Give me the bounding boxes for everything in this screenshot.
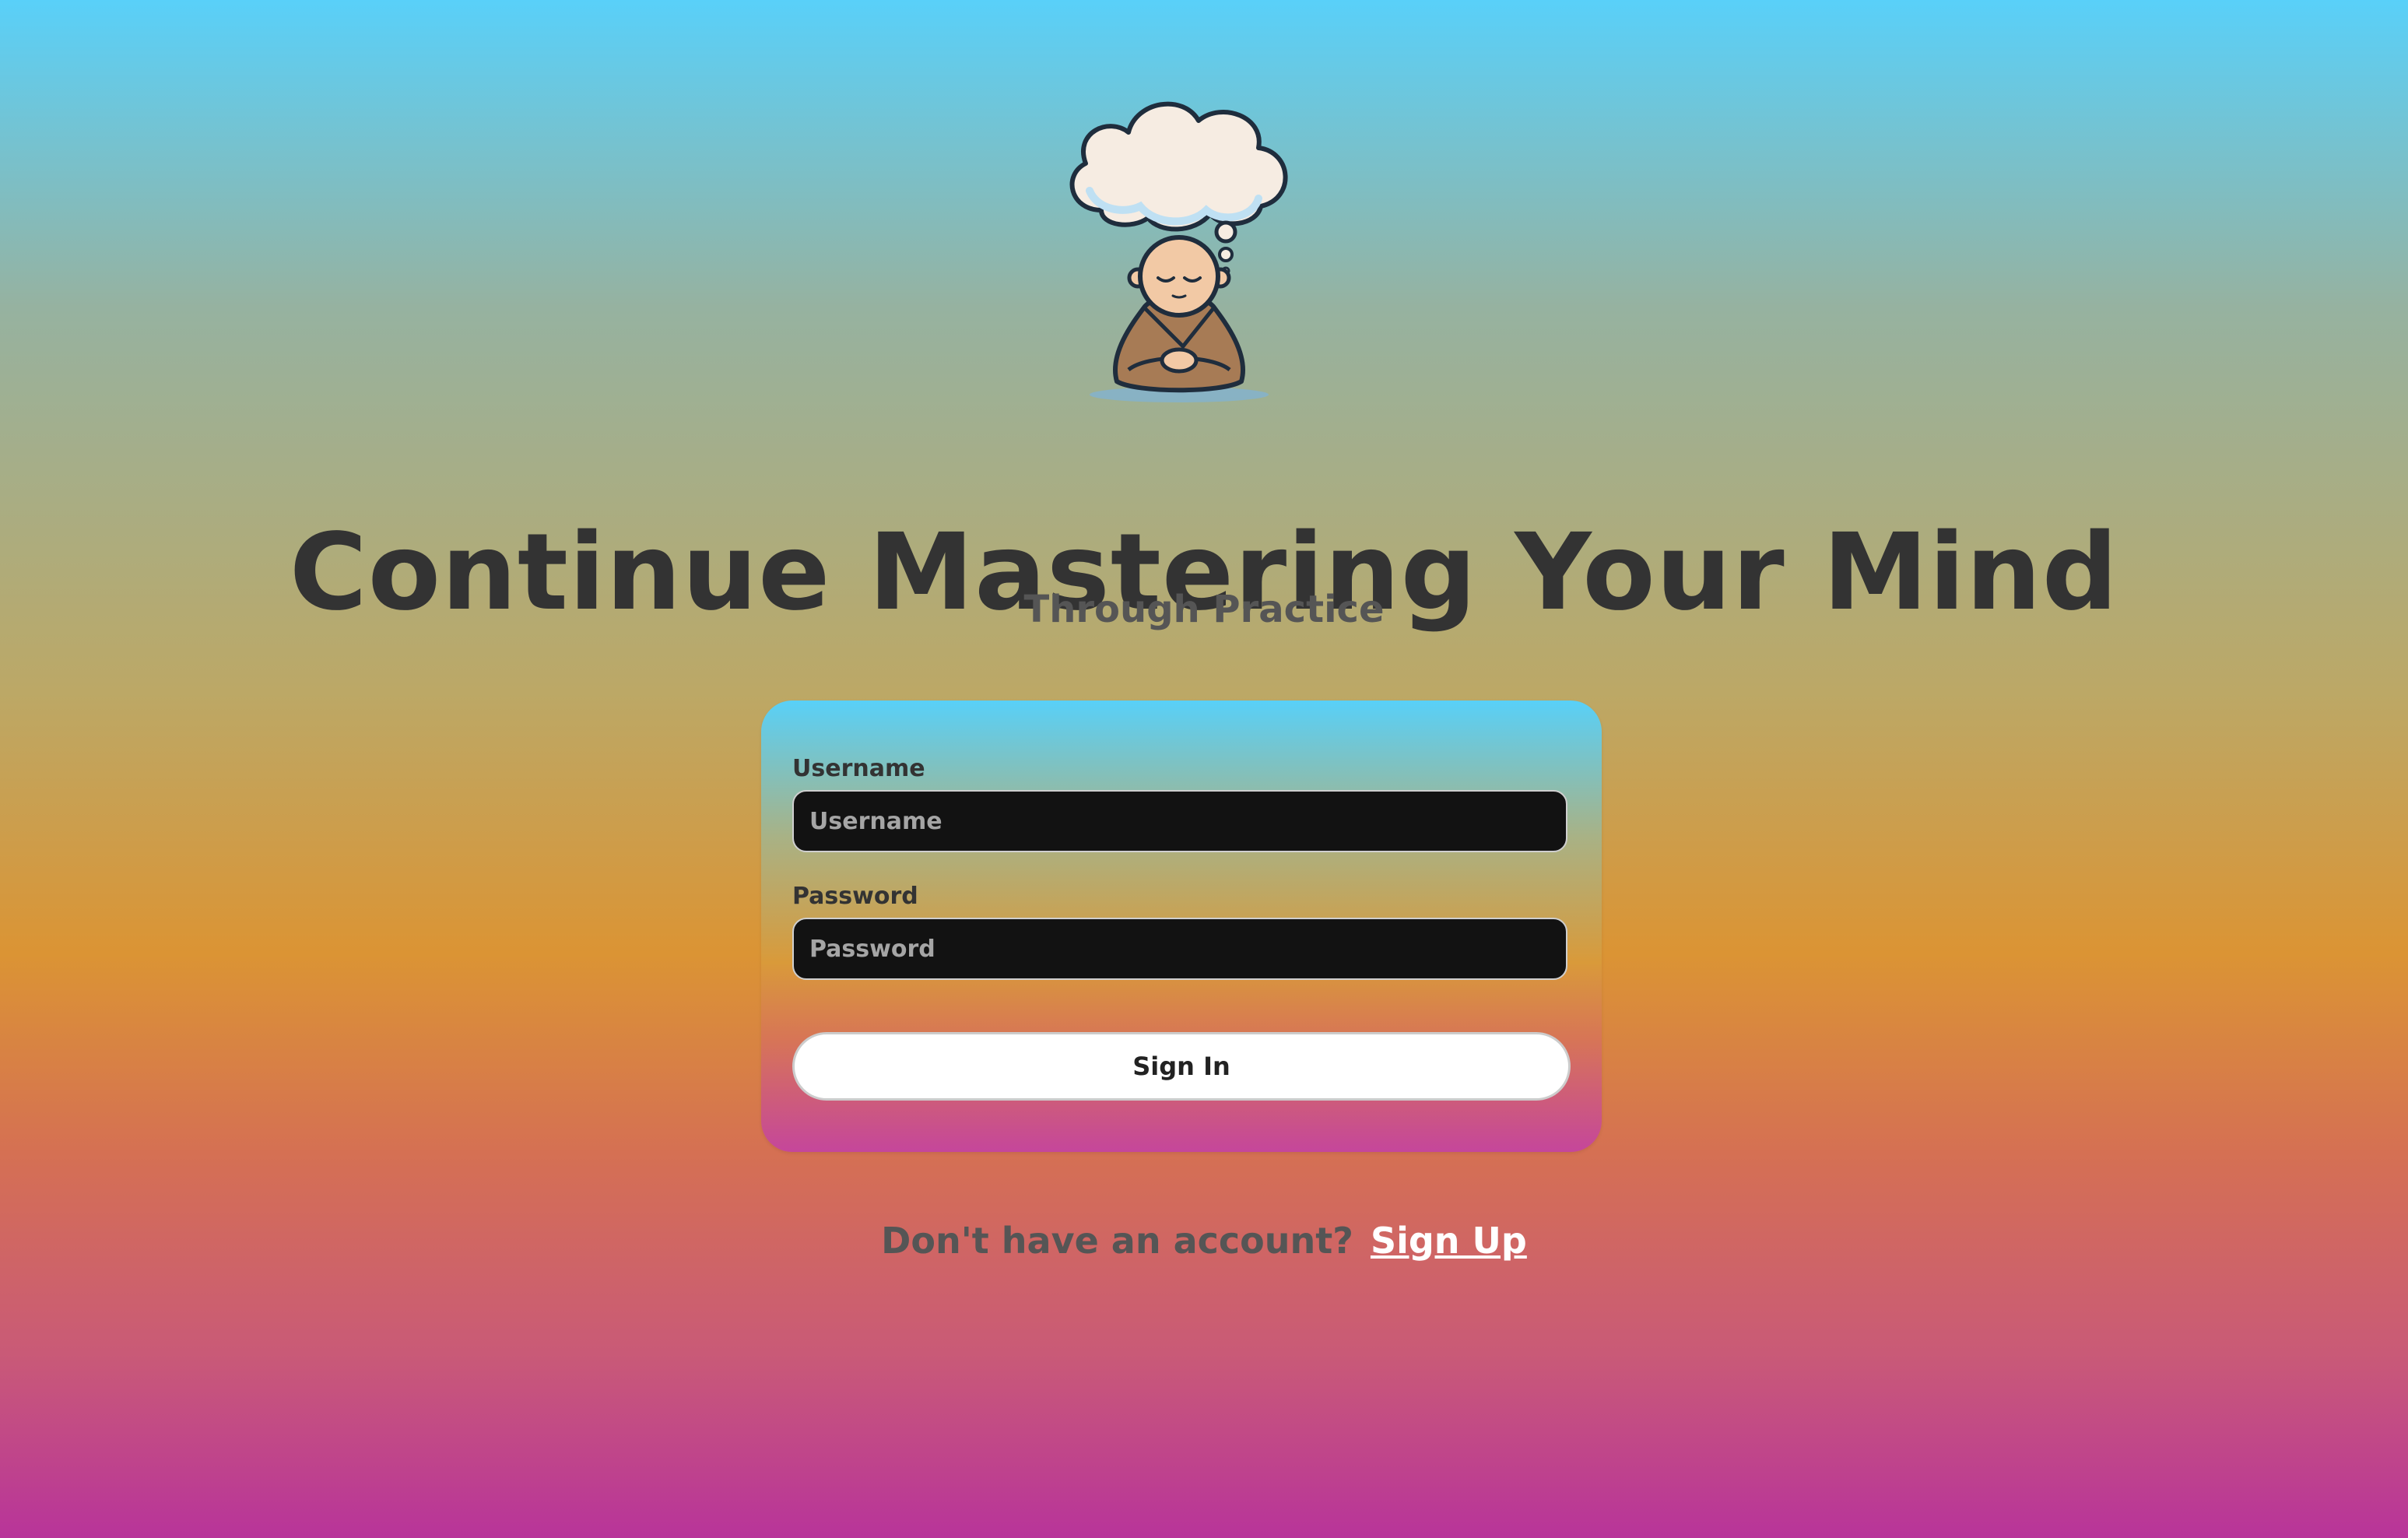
page-subtitle: Through Practice	[1023, 588, 1385, 631]
username-label: Username	[792, 755, 925, 782]
sign-in-button[interactable]: Sign In	[792, 1032, 1571, 1101]
username-input[interactable]	[792, 790, 1567, 852]
sign-up-link[interactable]: Sign Up	[1371, 1220, 1527, 1262]
signup-prompt: Don't have an account? Sign Up	[0, 1216, 2408, 1266]
login-card: Username Password Sign In	[761, 701, 1602, 1152]
signup-prompt-text: Don't have an account?	[881, 1220, 1353, 1262]
password-input[interactable]	[792, 918, 1567, 980]
password-label: Password	[792, 883, 918, 910]
meditating-monk-icon	[1069, 101, 1288, 402]
